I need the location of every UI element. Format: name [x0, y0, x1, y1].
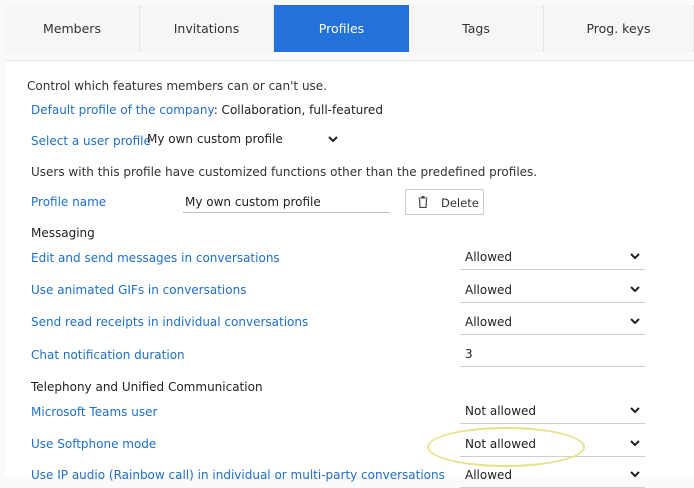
tab-tags[interactable]: Tags: [409, 5, 544, 52]
select-value: Allowed: [465, 250, 513, 264]
custom-profile-note: Users with this profile have customized …: [31, 165, 538, 179]
telephony-select[interactable]: Allowed: [460, 465, 645, 488]
messaging-row-label[interactable]: Edit and send messages in conversations: [31, 251, 280, 265]
telephony-select[interactable]: Not allowed: [460, 401, 645, 424]
trash-icon: [418, 196, 428, 208]
chevron-down-icon: [328, 136, 338, 143]
telephony-heading: Telephony and Unified Communication: [31, 380, 263, 394]
profile-name-value: My own custom profile: [185, 195, 321, 209]
select-profile-label: Select a user profile: [31, 134, 151, 148]
tab-members[interactable]: Members: [5, 5, 140, 52]
telephony-row-label[interactable]: Microsoft Teams user: [31, 405, 157, 419]
chevron-down-icon: [630, 318, 640, 325]
tab-profiles[interactable]: Profiles: [274, 5, 409, 52]
chevron-down-icon: [630, 253, 640, 260]
chevron-down-icon: [630, 286, 640, 293]
telephony-row-label[interactable]: Use Softphone mode: [31, 437, 156, 451]
delete-button[interactable]: Delete: [405, 189, 484, 215]
chevron-down-icon: [630, 471, 640, 478]
select-value: Not allowed: [465, 404, 537, 418]
input-value: 3: [465, 347, 473, 361]
messaging-select[interactable]: Allowed: [460, 312, 645, 335]
default-profile-row: Default profile of the company: Collabor…: [31, 103, 383, 117]
profiles-panel: Control which features members can or ca…: [5, 60, 694, 488]
tab-bar: Members Invitations Profiles Tags Prog. …: [5, 5, 694, 52]
messaging-select[interactable]: Allowed: [460, 280, 645, 303]
select-value: Allowed: [465, 283, 513, 297]
select-value: Allowed: [465, 468, 513, 482]
messaging-row-label[interactable]: Use animated GIFs in conversations: [31, 283, 246, 297]
chevron-down-icon: [630, 407, 640, 414]
messaging-row-label[interactable]: Chat notification duration: [31, 348, 185, 362]
profile-select[interactable]: My own custom profile: [147, 130, 343, 152]
messaging-select[interactable]: Allowed: [460, 247, 645, 270]
delete-label: Delete: [441, 196, 479, 210]
chevron-down-icon: [630, 440, 640, 447]
notification-duration-input[interactable]: 3: [460, 344, 645, 367]
intro-text: Control which features members can or ca…: [27, 79, 328, 93]
select-value: Allowed: [465, 315, 513, 329]
messaging-heading: Messaging: [31, 226, 95, 240]
tab-prog-keys[interactable]: Prog. keys: [544, 5, 694, 52]
profile-select-value: My own custom profile: [147, 132, 283, 146]
tab-invitations[interactable]: Invitations: [140, 5, 274, 52]
messaging-row-label[interactable]: Send read receipts in individual convers…: [31, 315, 308, 329]
default-profile-value: : Collaboration, full-featured: [213, 103, 383, 117]
default-profile-link[interactable]: Default profile of the company: [31, 103, 214, 117]
profile-name-label: Profile name: [31, 195, 107, 209]
highlight-ellipse: [427, 427, 585, 467]
telephony-row-label[interactable]: Use IP audio (Rainbow call) in individua…: [31, 468, 445, 482]
profile-name-input[interactable]: My own custom profile: [183, 188, 390, 213]
